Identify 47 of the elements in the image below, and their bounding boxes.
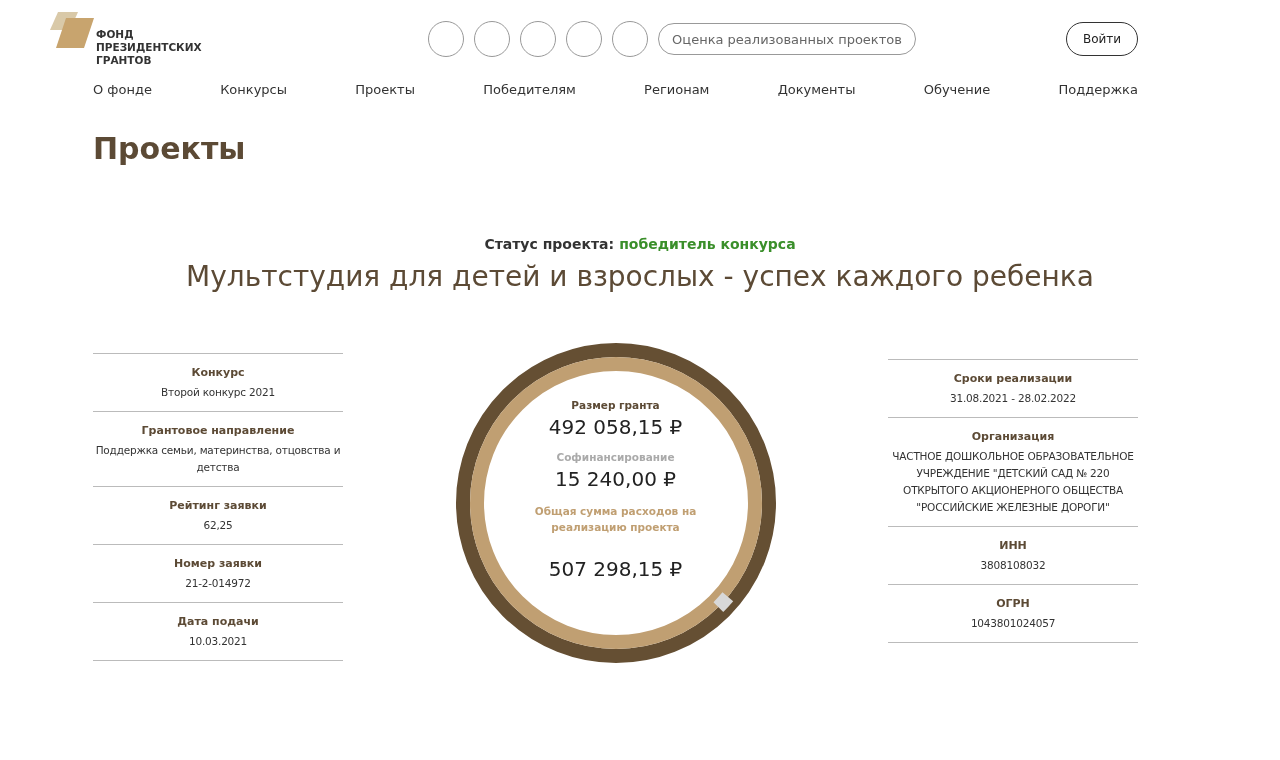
info-label: Дата подачи	[176, 615, 260, 628]
info-value: Второй конкурс 2021	[160, 385, 276, 400]
finance-label: Общая сумма расходов на реализацию проекта	[533, 504, 698, 535]
nav-link[interactable]: Проекты	[355, 82, 415, 97]
nav-link[interactable]: Документы	[777, 82, 856, 97]
logo-text: ГРАНТОВ	[96, 53, 153, 67]
circle-button[interactable]	[612, 21, 648, 57]
info-value: 62,25	[202, 518, 234, 533]
info-label: Грантовое направление	[140, 424, 296, 437]
info-value: Поддержка семьи, материнства, отцовства и детства	[94, 443, 342, 475]
nav-link[interactable]: Поддержка	[1058, 82, 1138, 97]
nav-link[interactable]: О фонде	[93, 82, 152, 97]
finance-amount: 15 240,00 ₽	[554, 467, 677, 491]
info-value: 3808108032	[979, 558, 1047, 573]
finance-amount: 507 298,15 ₽	[547, 557, 684, 581]
circle-button[interactable]	[428, 21, 464, 57]
circle-button[interactable]	[520, 21, 556, 57]
logo-icon	[48, 11, 94, 48]
finance-amount: 492 058,15 ₽	[547, 415, 684, 439]
nav-link[interactable]: Регионам	[644, 82, 710, 97]
info-label: Организация	[970, 430, 1056, 443]
circle-button[interactable]	[566, 21, 602, 57]
status-value: победитель конкурса	[619, 236, 796, 252]
info-label: ИНН	[998, 539, 1028, 552]
status-label: Статус проекта:	[484, 236, 615, 252]
info-value: 31.08.2021 - 28.02.2022	[948, 391, 1078, 406]
finance-label: Размер гранта	[570, 399, 661, 411]
search-field[interactable]: Оценка реализованных проектов	[658, 23, 916, 55]
info-value: 1043801024057	[969, 616, 1057, 631]
logo-text: ФОНД	[96, 27, 135, 41]
logo-text: ПРЕЗИДЕНТСКИХ	[96, 40, 202, 54]
info-value: 10.03.2021	[187, 634, 249, 649]
nav-link[interactable]: Обучение	[923, 82, 991, 97]
info-label: Конкурс	[190, 366, 246, 379]
project-title: Мультстудия для детей и взрослых - успех каждого ребенка	[185, 260, 1095, 293]
nav-link[interactable]: Победителям	[483, 82, 576, 97]
finance-label: Софинансирование	[555, 451, 676, 463]
info-label: Рейтинг заявки	[168, 499, 268, 512]
info-label: Номер заявки	[173, 557, 263, 570]
circle-button[interactable]	[474, 21, 510, 57]
info-value: 21-2-014972	[184, 576, 252, 591]
info-label: Сроки реализации	[952, 372, 1074, 385]
info-value: ЧАСТНОЕ ДОШКОЛЬНОЕ ОБРАЗОВАТЕЛЬНОЕ УЧРЕЖДЕНИЕ "ДЕТСКИЙ САД № 220 ОТКРЫТОГО АКЦИОНЕРНОГО ОБЩЕСТВА "РОССИЙСКИЕ ЖЕЛЕЗНЫЕ ДОРОГИ"	[891, 449, 1135, 515]
page-title: Проекты	[93, 131, 247, 166]
nav-link[interactable]: Конкурсы	[220, 82, 288, 97]
login-button[interactable]: Войти	[1066, 22, 1138, 56]
info-label: ОГРН	[995, 597, 1031, 610]
